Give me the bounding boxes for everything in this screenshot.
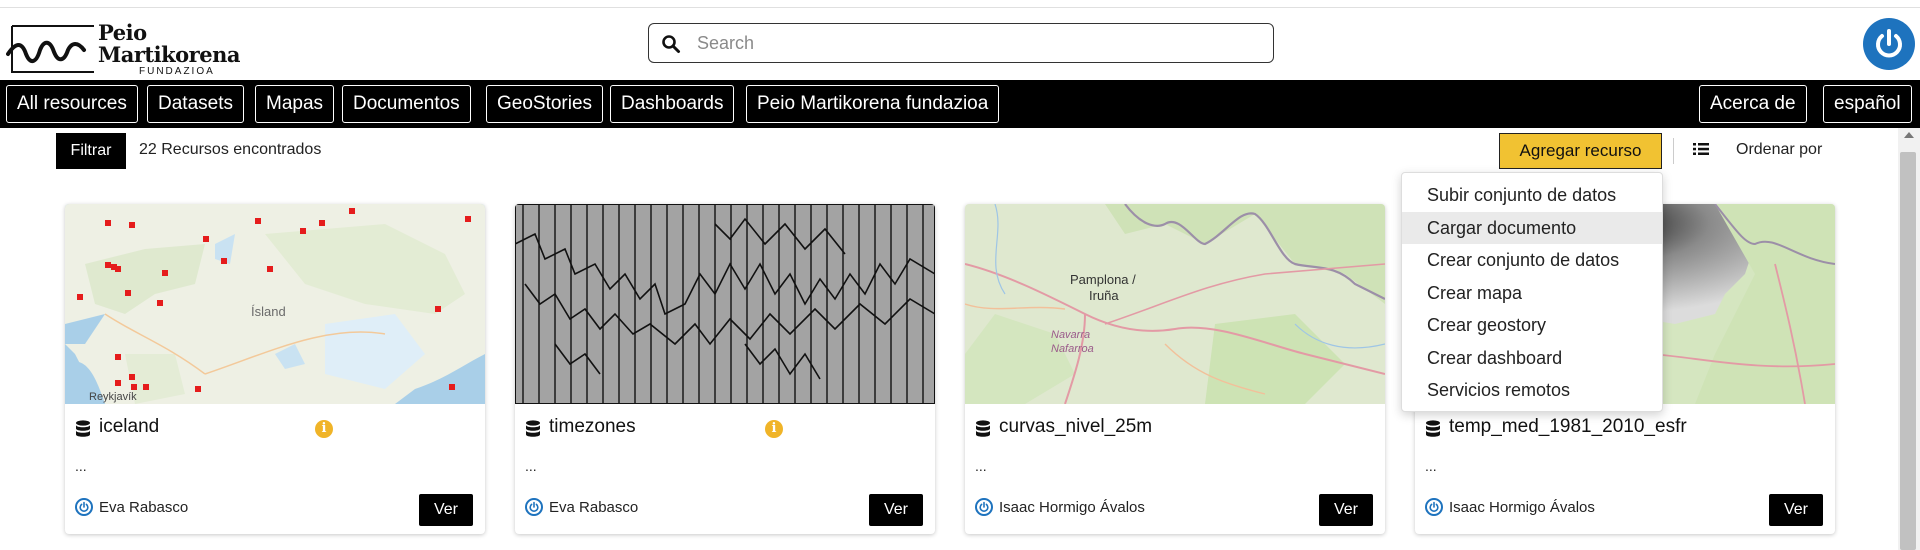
main-nav: All resources Datasets Mapas Documentos … bbox=[0, 80, 1920, 128]
scrollbar-thumb[interactable] bbox=[1900, 152, 1916, 550]
results-count: 22 Recursos encontrados bbox=[139, 141, 322, 158]
card-title[interactable]: iceland bbox=[99, 416, 159, 438]
svg-text:Iruña: Iruña bbox=[1089, 288, 1119, 303]
add-resource-menu: Subir conjunto de datos Cargar documento… bbox=[1401, 172, 1663, 412]
card-title[interactable]: temp_med_1981_2010_esfr bbox=[1449, 416, 1687, 438]
view-button[interactable]: Ver bbox=[1769, 494, 1823, 526]
svg-text:Ísland: Ísland bbox=[251, 304, 286, 319]
svg-text:Pamplona /: Pamplona / bbox=[1070, 272, 1136, 287]
avatar bbox=[75, 498, 93, 516]
card-description: ... bbox=[525, 458, 537, 474]
power-icon bbox=[1876, 29, 1902, 58]
author-name: Eva Rabasco bbox=[99, 499, 189, 516]
timezones-map-thumbnail bbox=[515, 204, 935, 404]
nav-acerca-de[interactable]: Acerca de bbox=[1699, 85, 1807, 123]
view-button[interactable]: Ver bbox=[419, 494, 473, 526]
search-icon bbox=[662, 35, 680, 53]
svg-text:Nafarroa: Nafarroa bbox=[1051, 343, 1094, 355]
author-name: Isaac Hormigo Ávalos bbox=[1449, 499, 1595, 516]
brand-line-2: Martikorena bbox=[98, 42, 240, 67]
nav-language[interactable]: español bbox=[1823, 85, 1912, 123]
top-border bbox=[0, 0, 1920, 8]
card-title-row: timezones i bbox=[523, 416, 927, 442]
card-author[interactable]: Isaac Hormigo Ávalos bbox=[975, 497, 1235, 517]
scroll-up-arrow-icon[interactable] bbox=[1904, 132, 1914, 138]
search-box[interactable] bbox=[648, 23, 1274, 63]
info-icon[interactable]: i bbox=[765, 420, 783, 438]
card-thumbnail[interactable]: Ísland Reykjavík bbox=[65, 204, 485, 404]
header: Peio Martikorena FUNDAZIOA bbox=[0, 8, 1920, 80]
navarra-map-thumbnail: Pamplona / Iruña Navarra Nafarroa bbox=[965, 204, 1385, 404]
avatar bbox=[525, 498, 543, 516]
iceland-map-thumbnail: Ísland Reykjavík bbox=[65, 204, 485, 404]
card-title[interactable]: timezones bbox=[549, 416, 636, 438]
logo-mark-icon bbox=[6, 25, 94, 73]
svg-text:Reykjavík: Reykjavík bbox=[89, 391, 137, 403]
brand-logo[interactable]: Peio Martikorena FUNDAZIOA bbox=[6, 18, 240, 78]
resource-card[interactable]: Pamplona / Iruña Navarra Nafarroa curvas… bbox=[965, 204, 1385, 534]
card-thumbnail[interactable] bbox=[515, 204, 935, 404]
search-input[interactable] bbox=[697, 29, 1257, 57]
menu-item-upload-document[interactable]: Cargar documento bbox=[1402, 211, 1662, 244]
view-button[interactable]: Ver bbox=[869, 494, 923, 526]
menu-item-create-dashboard[interactable]: Crear dashboard bbox=[1402, 342, 1662, 375]
card-description: ... bbox=[1425, 458, 1437, 474]
card-author[interactable]: Eva Rabasco bbox=[75, 497, 335, 517]
menu-item-create-dataset[interactable]: Crear conjunto de datos bbox=[1402, 244, 1662, 277]
power-icon bbox=[79, 501, 89, 512]
list-view-icon[interactable] bbox=[1693, 142, 1709, 156]
nav-documentos[interactable]: Documentos bbox=[342, 85, 471, 123]
card-author[interactable]: Isaac Hormigo Ávalos bbox=[1425, 497, 1685, 517]
resource-card[interactable]: Ísland Reykjavík iceland i ... Eva Rabas… bbox=[65, 204, 485, 534]
author-name: Isaac Hormigo Ávalos bbox=[999, 499, 1145, 516]
nav-geostories[interactable]: GeoStories bbox=[486, 85, 604, 123]
dataset-icon bbox=[976, 420, 990, 437]
info-icon[interactable]: i bbox=[315, 420, 333, 438]
menu-item-upload-dataset[interactable]: Subir conjunto de datos bbox=[1402, 179, 1662, 212]
card-title-row: temp_med_1981_2010_esfr bbox=[1423, 416, 1827, 442]
power-icon bbox=[979, 501, 989, 512]
card-thumbnail[interactable]: Pamplona / Iruña Navarra Nafarroa bbox=[965, 204, 1385, 404]
card-description: ... bbox=[975, 458, 987, 474]
resource-card[interactable]: timezones i ... Eva Rabasco Ver bbox=[515, 204, 935, 534]
nav-all-resources[interactable]: All resources bbox=[6, 85, 138, 123]
avatar bbox=[975, 498, 993, 516]
nav-dashboards[interactable]: Dashboards bbox=[610, 85, 735, 123]
sort-dropdown[interactable]: Ordenar por bbox=[1736, 141, 1822, 159]
filter-button[interactable]: Filtrar bbox=[56, 133, 126, 169]
card-author[interactable]: Eva Rabasco bbox=[525, 497, 785, 517]
card-title-row: curvas_nivel_25m bbox=[973, 416, 1377, 442]
menu-item-remote-services[interactable]: Servicios remotos bbox=[1402, 374, 1662, 407]
dataset-icon bbox=[1426, 420, 1440, 437]
nav-datasets[interactable]: Datasets bbox=[147, 85, 244, 123]
power-icon bbox=[529, 501, 539, 512]
dataset-icon bbox=[526, 420, 540, 437]
card-title-row: iceland i bbox=[73, 416, 477, 442]
card-description: ... bbox=[75, 458, 87, 474]
card-title[interactable]: curvas_nivel_25m bbox=[999, 416, 1152, 438]
author-name: Eva Rabasco bbox=[549, 499, 639, 516]
menu-item-create-map[interactable]: Crear mapa bbox=[1402, 277, 1662, 310]
nav-peio-martikorena-fundazioa[interactable]: Peio Martikorena fundazioa bbox=[746, 85, 1000, 123]
view-button[interactable]: Ver bbox=[1319, 494, 1373, 526]
dataset-icon bbox=[76, 420, 90, 437]
add-resource-button[interactable]: Agregar recurso bbox=[1499, 133, 1662, 169]
nav-mapas[interactable]: Mapas bbox=[255, 85, 335, 123]
user-menu-button[interactable] bbox=[1863, 18, 1915, 70]
avatar bbox=[1425, 498, 1443, 516]
svg-text:Navarra: Navarra bbox=[1051, 329, 1090, 341]
power-icon bbox=[1429, 501, 1439, 512]
brand-line-3: FUNDAZIOA bbox=[139, 66, 215, 77]
menu-item-create-geostory[interactable]: Crear geostory bbox=[1402, 309, 1662, 342]
toolbar-divider bbox=[1673, 138, 1674, 164]
